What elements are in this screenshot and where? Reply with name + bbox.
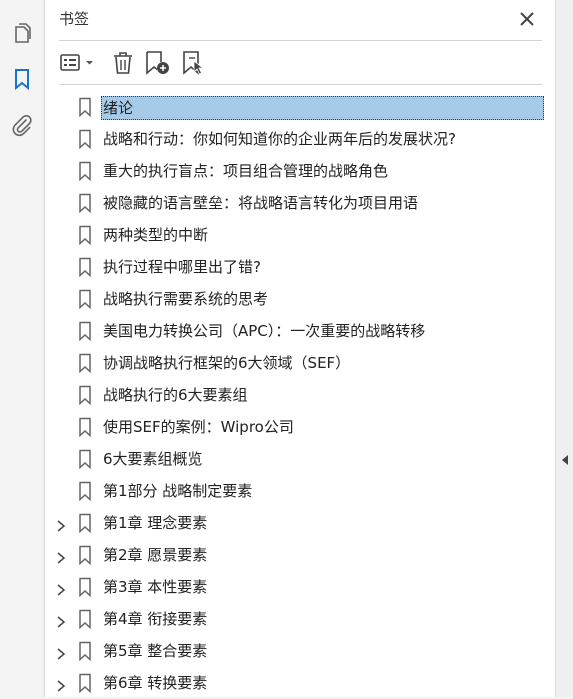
bookmark-item[interactable]: 战略和行动：你如何知道你的企业两年后的发展状况? bbox=[45, 123, 555, 155]
bookmark-icon bbox=[78, 97, 92, 118]
bookmark-label: 第6章 转换要素 bbox=[103, 674, 208, 692]
bookmark-item[interactable]: 第1部分 战略制定要素 bbox=[45, 475, 555, 507]
bookmark-label: 第1部分 战略制定要素 bbox=[103, 482, 253, 500]
delete-bookmark-button[interactable] bbox=[110, 50, 136, 76]
bookmark-label: 第3章 本性要素 bbox=[103, 578, 208, 596]
bookmark-icon bbox=[78, 609, 92, 630]
bookmark-item[interactable]: 美国电力转换公司（APC）：一次重要的战略转移 bbox=[45, 315, 555, 347]
bookmark-item[interactable]: 被隐藏的语言壁垒：将战略语言转化为项目用语 bbox=[45, 187, 555, 219]
bookmark-item[interactable]: 第5章 整合要素 bbox=[45, 635, 555, 667]
header-divider bbox=[59, 40, 542, 41]
bookmark-label: 重大的执行盲点：项目组合管理的战略角色 bbox=[103, 162, 389, 180]
chevron-right-icon[interactable] bbox=[56, 517, 66, 532]
bookmark-label: 战略和行动：你如何知道你的企业两年后的发展状况? bbox=[103, 130, 456, 148]
bookmark-item[interactable]: 第2章 愿景要素 bbox=[45, 539, 555, 571]
bookmark-item[interactable]: 第3章 本性要素 bbox=[45, 571, 555, 603]
bookmark-icon bbox=[78, 353, 92, 374]
chevron-right-icon[interactable] bbox=[56, 645, 66, 660]
chevron-right-icon[interactable] bbox=[56, 581, 66, 596]
collapse-arrow-icon[interactable] bbox=[560, 451, 570, 465]
bookmark-icon bbox=[78, 417, 92, 438]
bookmark-label: 两种类型的中断 bbox=[103, 226, 209, 244]
chevron-right-icon[interactable] bbox=[56, 549, 66, 564]
bookmarks-icon[interactable] bbox=[10, 67, 34, 91]
navigation-rail bbox=[0, 0, 45, 697]
bookmark-from-selection-button[interactable] bbox=[180, 50, 208, 76]
bookmark-icon bbox=[78, 673, 92, 694]
bookmark-label: 战略执行的6大要素组 bbox=[103, 386, 248, 404]
bookmark-label: 战略执行需要系统的思考 bbox=[103, 290, 269, 308]
bookmark-icon bbox=[78, 641, 92, 662]
pages-icon[interactable] bbox=[10, 22, 34, 46]
new-bookmark-button[interactable] bbox=[144, 50, 172, 76]
bookmark-icon bbox=[78, 449, 92, 470]
bookmark-icon bbox=[78, 257, 92, 278]
bookmark-item[interactable]: 两种类型的中断 bbox=[45, 219, 555, 251]
bookmark-item[interactable]: 第4章 衔接要素 bbox=[45, 603, 555, 635]
bookmark-item[interactable]: 重大的执行盲点：项目组合管理的战略角色 bbox=[45, 155, 555, 187]
bookmark-label: 第1章 理念要素 bbox=[103, 514, 208, 532]
bookmark-icon bbox=[78, 289, 92, 310]
bookmark-icon bbox=[78, 577, 92, 598]
bookmark-label: 第5章 整合要素 bbox=[103, 642, 208, 660]
bookmark-item[interactable]: 战略执行的6大要素组 bbox=[45, 379, 555, 411]
bookmark-icon bbox=[78, 545, 92, 566]
bookmark-label: 第4章 衔接要素 bbox=[103, 610, 208, 628]
bookmarks-panel: 书签 绪论 战略和行动：你如何知道你的企业两年后的发展状况? 重大的执行盲点：项… bbox=[45, 0, 555, 697]
bookmark-icon bbox=[78, 513, 92, 534]
bookmark-icon bbox=[78, 193, 92, 214]
panel-title: 书签 bbox=[59, 10, 90, 28]
bookmark-icon bbox=[78, 385, 92, 406]
bookmark-label: 执行过程中哪里出了错? bbox=[103, 258, 261, 276]
bookmark-item[interactable]: 执行过程中哪里出了错? bbox=[45, 251, 555, 283]
bookmark-label: 6大要素组概览 bbox=[103, 450, 203, 468]
chevron-right-icon[interactable] bbox=[56, 677, 66, 692]
bookmark-icon bbox=[78, 161, 92, 182]
attachments-icon[interactable] bbox=[10, 113, 34, 137]
bookmark-item[interactable]: 绪论 bbox=[45, 91, 555, 123]
bookmark-item[interactable]: 使用SEF的案例：Wipro公司 bbox=[45, 411, 555, 443]
bookmark-label: 绪论 bbox=[101, 96, 544, 120]
bookmark-icon bbox=[78, 321, 92, 342]
bookmark-icon bbox=[78, 481, 92, 502]
bookmark-label: 第2章 愿景要素 bbox=[103, 546, 208, 564]
bookmark-item[interactable]: 协调战略执行框架的6大领域（SEF） bbox=[45, 347, 555, 379]
chevron-right-icon[interactable] bbox=[56, 613, 66, 628]
bookmark-icon bbox=[78, 129, 92, 150]
close-icon[interactable] bbox=[516, 8, 538, 30]
toolbar-divider bbox=[59, 84, 542, 85]
bookmark-label: 协调战略执行框架的6大领域（SEF） bbox=[103, 354, 351, 372]
bookmark-item[interactable]: 战略执行需要系统的思考 bbox=[45, 283, 555, 315]
bookmark-label: 被隐藏的语言壁垒：将战略语言转化为项目用语 bbox=[103, 194, 419, 212]
bookmark-item[interactable]: 第6章 转换要素 bbox=[45, 667, 555, 699]
bookmark-label: 使用SEF的案例：Wipro公司 bbox=[103, 418, 294, 436]
bookmark-label: 美国电力转换公司（APC）：一次重要的战略转移 bbox=[103, 322, 426, 340]
side-collapse-strip[interactable] bbox=[555, 0, 573, 697]
bookmark-icon bbox=[78, 225, 92, 246]
options-menu-button[interactable] bbox=[59, 50, 99, 76]
bookmark-item[interactable]: 6大要素组概览 bbox=[45, 443, 555, 475]
bookmark-item[interactable]: 第1章 理念要素 bbox=[45, 507, 555, 539]
